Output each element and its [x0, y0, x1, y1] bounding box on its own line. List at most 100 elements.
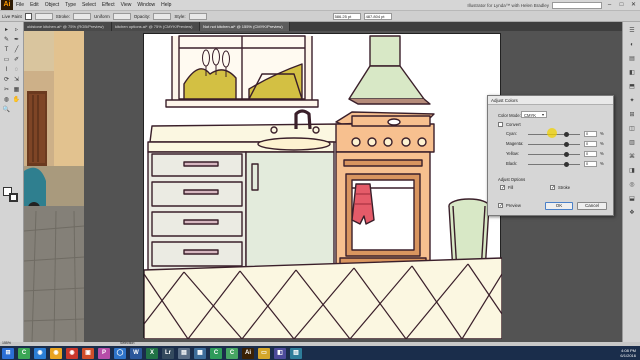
tool-icon[interactable]: ✒ [12, 36, 21, 45]
channel-value-field[interactable]: 0 [584, 141, 597, 147]
tool-icon[interactable]: ▭ [2, 56, 11, 65]
menu-window[interactable]: Window [134, 2, 158, 8]
minimize-icon[interactable]: – [605, 2, 614, 9]
current-tool: Selection [120, 341, 135, 345]
taskbar-app-icon[interactable]: ◉ [34, 347, 46, 359]
panel-icon[interactable]: ⊞ [627, 110, 637, 120]
menu-object[interactable]: Object [42, 2, 62, 8]
cancel-button[interactable]: Cancel [577, 202, 607, 210]
taskbar-app-icon[interactable]: ◉ [66, 347, 78, 359]
channel-slider-track[interactable] [528, 144, 580, 145]
x-position-field[interactable]: 586.25 pt [332, 12, 361, 20]
menu-type[interactable]: Type [62, 2, 79, 8]
tool-icon[interactable]: ▸ [2, 26, 11, 35]
taskbar-app-icon[interactable]: ▥ [290, 347, 302, 359]
taskbar-app-icon[interactable]: W [130, 347, 142, 359]
stroke-style-label[interactable]: Uniform [94, 14, 110, 19]
channel-value-field[interactable]: 0 [584, 131, 597, 137]
opacity-dropdown[interactable] [153, 12, 172, 20]
brush-dropdown[interactable] [112, 12, 131, 20]
panel-icon[interactable]: ☰ [627, 26, 637, 36]
fill-checkbox[interactable] [500, 185, 505, 190]
tool-icon[interactable]: ⟳ [2, 76, 11, 85]
tool-icon[interactable]: ⇲ [12, 76, 21, 85]
tool-icon[interactable]: 🔍 [2, 106, 11, 115]
menu-view[interactable]: View [118, 2, 135, 8]
panel-icon[interactable]: ▥ [627, 138, 637, 148]
tool-icon[interactable]: ◍ [2, 96, 11, 105]
channel-slider-knob[interactable] [563, 162, 569, 167]
workspace-switcher[interactable]: Illustrator for Lynda™ with Helen Bradle… [467, 3, 549, 8]
taskbar-app-icon[interactable]: Ai [242, 347, 254, 359]
channel-value-field[interactable]: 0 [584, 151, 597, 157]
tool-icon[interactable]: ✂ [2, 86, 11, 95]
panel-icon[interactable]: ◧ [627, 68, 637, 78]
artboard[interactable] [143, 33, 503, 340]
tool-icon[interactable]: ✋ [12, 96, 21, 105]
taskbar-app-icon[interactable]: ▭ [258, 347, 270, 359]
tool-icon[interactable]: ╱ [12, 46, 21, 55]
panel-icon[interactable]: ✦ [627, 96, 637, 106]
color-mode-select[interactable]: CMYK ▾ [521, 111, 547, 118]
panel-icon[interactable]: ⬓ [627, 194, 637, 204]
taskbar-app-icon[interactable]: ▤ [178, 347, 190, 359]
style-dropdown[interactable] [188, 12, 207, 20]
menu-file[interactable]: File [13, 2, 27, 8]
channel-slider-knob[interactable] [563, 152, 569, 157]
taskbar-app-icon[interactable]: ◧ [274, 347, 286, 359]
menu-edit[interactable]: Edit [27, 2, 42, 8]
tool-icon[interactable]: T [2, 46, 11, 55]
taskbar-app-icon[interactable]: Lr [162, 347, 174, 359]
preview-checkbox[interactable] [498, 203, 503, 208]
channel-slider-track[interactable] [528, 154, 580, 155]
panel-icon[interactable]: ◨ [627, 166, 637, 176]
search-input[interactable] [552, 1, 602, 9]
taskbar-app-icon[interactable]: ◉ [50, 347, 62, 359]
panel-icon[interactable]: ▤ [627, 54, 637, 64]
panel-icon[interactable]: ❖ [627, 208, 637, 218]
tab-kitchen-options[interactable]: kitchen options.ai* @ 75% (CMYK/Preview) [112, 22, 200, 31]
taskbar-app-icon[interactable]: ▦ [194, 347, 206, 359]
menu-select[interactable]: Select [79, 2, 99, 8]
tools-panel: ▸ ▹ ✎ ✒ T ╱ ▭ ✐ ⌇ ◌ ⟳ ⇲ ✂ ▦ ◍ ✋ 🔍 [0, 22, 24, 342]
tool-icon[interactable]: ✎ [2, 36, 11, 45]
panel-icon[interactable]: ◫ [627, 124, 637, 134]
panel-icon[interactable]: ⬒ [627, 82, 637, 92]
taskbar-app-icon[interactable]: P [98, 347, 110, 359]
maximize-icon[interactable]: □ [617, 2, 626, 9]
menu-effect[interactable]: Effect [99, 2, 118, 8]
ok-button[interactable]: OK [545, 202, 573, 210]
stroke-checkbox[interactable] [550, 185, 555, 190]
taskbar-app-icon[interactable]: C [226, 347, 238, 359]
tool-icon[interactable]: ▹ [12, 26, 21, 35]
channel-slider-knob[interactable] [563, 132, 569, 137]
tab-oldstone-kitchen[interactable]: oldstone kitchen.ai* @ 75% (RGB/Preview) [24, 22, 112, 31]
width-field[interactable]: 487.804 pt [363, 12, 392, 20]
tab-not-not-kitchen[interactable]: Not not kitchen.ai* @ 155% (CMYK/Preview… [200, 22, 290, 31]
convert-checkbox[interactable] [498, 122, 503, 127]
panel-icon[interactable]: ⌘ [627, 152, 637, 162]
taskbar-app-icon[interactable]: ◯ [114, 347, 126, 359]
taskbar-app-icon[interactable]: C [210, 347, 222, 359]
channel-slider-track[interactable] [528, 164, 580, 165]
panel-icon[interactable]: ◐ [627, 40, 637, 50]
tool-icon[interactable]: ✐ [12, 56, 21, 65]
tool-icon[interactable]: ▦ [12, 86, 21, 95]
channel-value-field[interactable]: 0 [584, 161, 597, 167]
stroke-swatch[interactable] [9, 193, 18, 202]
taskbar-app-icon[interactable]: X [146, 347, 158, 359]
fill-dropdown[interactable] [34, 12, 53, 20]
fill-color-swatch[interactable] [24, 12, 32, 20]
taskbar-app-icon[interactable]: ▣ [82, 347, 94, 359]
tool-icon[interactable]: ◌ [12, 66, 21, 75]
tool-icon[interactable]: ⌇ [2, 66, 11, 75]
start-icon[interactable]: ⊞ [2, 347, 14, 359]
close-icon[interactable]: ✕ [629, 2, 638, 9]
stroke-weight-dropdown[interactable] [73, 12, 92, 20]
taskbar-app-icon[interactable]: C [18, 347, 30, 359]
channel-slider-knob[interactable] [563, 142, 569, 147]
panel-icon[interactable]: ◎ [627, 180, 637, 190]
zoom-level[interactable]: 155% [2, 341, 11, 345]
menu-help[interactable]: Help [158, 2, 174, 8]
opacity-label: Opacity: [133, 13, 151, 19]
